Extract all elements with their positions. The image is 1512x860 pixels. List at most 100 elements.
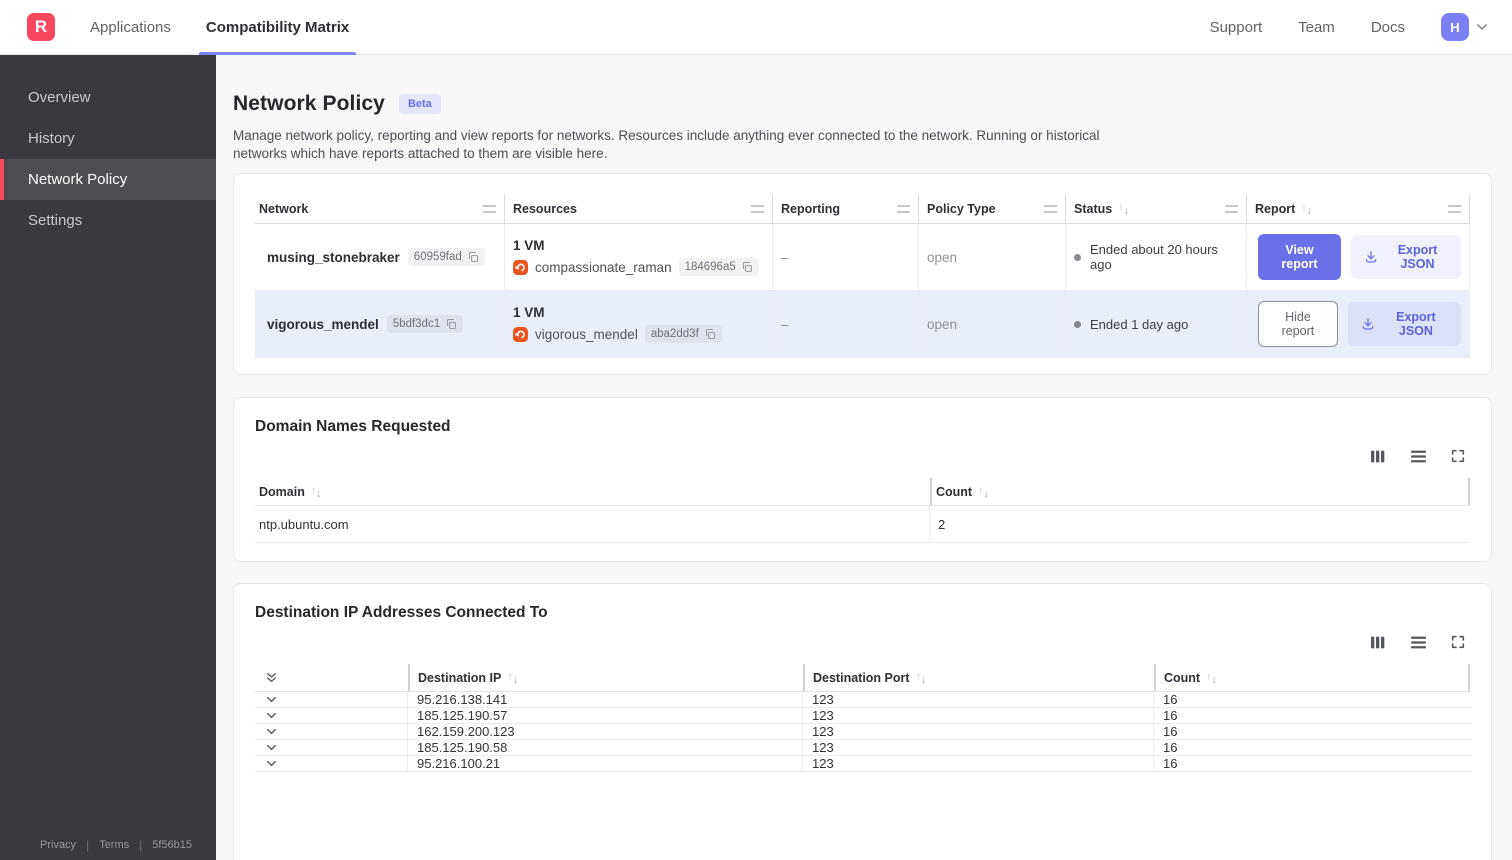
destination-port-cell: 123 bbox=[803, 708, 1154, 723]
copy-icon[interactable] bbox=[445, 318, 457, 330]
chevron-down-icon[interactable] bbox=[264, 724, 279, 739]
count-cell: 16 bbox=[1163, 708, 1178, 723]
double-chevron-down-icon[interactable] bbox=[264, 670, 279, 685]
sidebar-nav: Overview History Network Policy Settings bbox=[0, 77, 216, 241]
beta-badge: Beta bbox=[398, 94, 441, 114]
nav-link-team[interactable]: Team bbox=[1298, 19, 1335, 36]
sort-icon[interactable]: ↑ ↓ bbox=[311, 485, 322, 500]
destination-row: 185.125.190.58 123 16 bbox=[255, 740, 1470, 756]
status-text: Ended about 20 hours ago bbox=[1090, 242, 1218, 272]
column-resize-handle[interactable] bbox=[1225, 204, 1238, 213]
table-toolbar bbox=[255, 448, 1470, 464]
destination-row: 95.216.100.21 123 16 bbox=[255, 756, 1470, 772]
user-menu[interactable]: H bbox=[1441, 13, 1490, 41]
destination-port-cell: 123 bbox=[803, 740, 1154, 755]
copy-icon[interactable] bbox=[467, 251, 479, 263]
privacy-link[interactable]: Privacy bbox=[40, 839, 76, 851]
column-header-reporting[interactable]: Reporting bbox=[773, 194, 919, 223]
density-icon[interactable] bbox=[1410, 449, 1427, 464]
status-dot-icon bbox=[1074, 253, 1081, 261]
app-logo[interactable]: R bbox=[27, 13, 55, 41]
nav-tab-applications[interactable]: Applications bbox=[90, 0, 171, 55]
network-table-row: musing_stonebraker 60959fad 1 VM compass… bbox=[255, 224, 1470, 291]
build-version: 5f56b15 bbox=[152, 839, 193, 851]
copy-icon[interactable] bbox=[704, 328, 716, 340]
networks-table: Network Resources Reporting Policy Type … bbox=[255, 194, 1470, 358]
sidebar-footer: Privacy | Terms | 5f56b15 bbox=[0, 838, 216, 852]
resource-id-badge: 184696a5 bbox=[678, 258, 759, 276]
column-header-destination-ip[interactable]: Destination IP ↑ ↓ bbox=[408, 664, 803, 691]
policy-type-cell: open bbox=[919, 291, 1066, 357]
sidebar-item-history[interactable]: History bbox=[0, 118, 216, 159]
sort-icon[interactable]: ↑ ↓ bbox=[978, 485, 989, 500]
sort-icon[interactable]: ↑ ↓ bbox=[1118, 202, 1129, 217]
top-navigation: Applications Compatibility Matrix bbox=[90, 0, 357, 55]
hide-report-button[interactable]: Hide report bbox=[1258, 301, 1338, 347]
chevron-down-icon[interactable] bbox=[264, 740, 279, 755]
chevron-down-icon[interactable] bbox=[264, 708, 279, 723]
column-resize-handle[interactable] bbox=[751, 204, 764, 213]
topbar: R Applications Compatibility Matrix Supp… bbox=[0, 0, 1512, 55]
fullscreen-icon[interactable] bbox=[1450, 634, 1466, 650]
resource-name: vigorous_mendel bbox=[535, 326, 638, 342]
columns-icon[interactable] bbox=[1370, 449, 1387, 464]
count-cell: 16 bbox=[1163, 692, 1178, 707]
download-icon bbox=[1361, 317, 1375, 331]
columns-icon[interactable] bbox=[1370, 635, 1387, 650]
column-header-count[interactable]: Count ↑ ↓ bbox=[930, 478, 1470, 505]
expand-row-cell bbox=[255, 740, 408, 755]
networks-table-header: Network Resources Reporting Policy Type … bbox=[255, 194, 1470, 224]
status-cell: Ended 1 day ago bbox=[1066, 291, 1247, 357]
network-cell: vigorous_mendel 5bdf3dc1 bbox=[255, 291, 505, 357]
column-header-policy-type[interactable]: Policy Type bbox=[919, 194, 1066, 223]
column-header-resources[interactable]: Resources bbox=[505, 194, 773, 223]
sort-icon[interactable]: ↑ ↓ bbox=[916, 671, 927, 686]
page-title: Network Policy bbox=[233, 92, 385, 115]
column-header-count[interactable]: Count ↑ ↓ bbox=[1154, 664, 1470, 691]
sort-icon[interactable]: ↑ ↓ bbox=[507, 671, 518, 686]
nav-link-docs[interactable]: Docs bbox=[1371, 19, 1405, 36]
column-header-network[interactable]: Network bbox=[255, 194, 505, 223]
view-report-button[interactable]: View report bbox=[1258, 234, 1341, 280]
expand-row-cell bbox=[255, 756, 408, 771]
fullscreen-icon[interactable] bbox=[1450, 448, 1466, 464]
density-icon[interactable] bbox=[1410, 635, 1427, 650]
sidebar: Overview History Network Policy Settings… bbox=[0, 55, 216, 860]
column-header-destination-port[interactable]: Destination Port ↑ ↓ bbox=[803, 664, 1154, 691]
networks-card: Network Resources Reporting Policy Type … bbox=[233, 173, 1492, 375]
export-json-button[interactable]: Export JSON bbox=[1350, 235, 1461, 279]
destination-ip-cell: 185.125.190.58 bbox=[408, 740, 803, 755]
column-resize-handle[interactable] bbox=[897, 204, 910, 213]
network-name: vigorous_mendel bbox=[267, 316, 379, 332]
resources-cell: 1 VM vigorous_mendel aba2dd3f bbox=[505, 291, 773, 357]
download-icon bbox=[1364, 250, 1378, 264]
column-resize-handle[interactable] bbox=[1448, 204, 1461, 213]
column-resize-handle[interactable] bbox=[1044, 204, 1057, 213]
chevron-down-icon[interactable] bbox=[264, 692, 279, 707]
column-resize-handle[interactable] bbox=[483, 204, 496, 213]
sidebar-item-network-policy[interactable]: Network Policy bbox=[0, 159, 216, 200]
column-header-report[interactable]: Report ↑ ↓ bbox=[1247, 194, 1470, 223]
sidebar-item-settings[interactable]: Settings bbox=[0, 200, 216, 241]
chevron-down-icon[interactable] bbox=[264, 756, 279, 771]
copy-icon[interactable] bbox=[741, 261, 753, 273]
nav-tab-compatibility-matrix[interactable]: Compatibility Matrix bbox=[198, 0, 357, 55]
sort-icon[interactable]: ↑ ↓ bbox=[1206, 671, 1217, 686]
count-cell: 16 bbox=[1163, 740, 1178, 755]
destination-ip-cell: 95.216.138.141 bbox=[408, 692, 803, 707]
destination-ip-cell: 162.159.200.123 bbox=[408, 724, 803, 739]
expand-row-cell bbox=[255, 692, 408, 707]
terms-link[interactable]: Terms bbox=[99, 839, 129, 851]
sort-icon[interactable]: ↑ ↓ bbox=[1301, 202, 1312, 217]
column-header-status[interactable]: Status ↑ ↓ bbox=[1066, 194, 1247, 223]
report-cell: Hide report Export JSON bbox=[1247, 291, 1470, 357]
user-avatar[interactable]: H bbox=[1441, 13, 1469, 41]
column-header-domain[interactable]: Domain ↑ ↓ bbox=[255, 478, 930, 505]
destination-row: 162.159.200.123 123 16 bbox=[255, 724, 1470, 740]
export-json-button[interactable]: Export JSON bbox=[1347, 302, 1461, 346]
sidebar-item-overview[interactable]: Overview bbox=[0, 77, 216, 118]
expand-all-header bbox=[255, 664, 408, 691]
nav-link-support[interactable]: Support bbox=[1210, 19, 1263, 36]
destination-port-cell: 123 bbox=[803, 724, 1154, 739]
policy-type-cell: open bbox=[919, 224, 1066, 290]
